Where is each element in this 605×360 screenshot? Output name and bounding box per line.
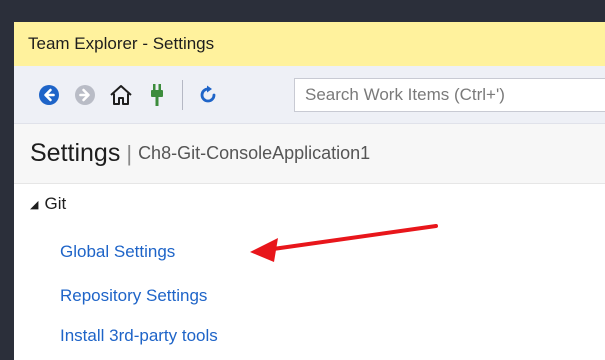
collapse-triangle-icon: ◢ [30, 198, 39, 211]
back-arrow-icon [39, 84, 59, 105]
panel-titlebar: Team Explorer - Settings [14, 22, 605, 66]
toolbar-separator [182, 79, 183, 110]
global-settings-link[interactable]: Global Settings [60, 242, 175, 262]
home-button[interactable] [108, 82, 134, 108]
ide-left-edge [0, 0, 14, 360]
connect-button[interactable] [144, 82, 170, 108]
home-icon [110, 84, 132, 105]
team-explorer-window: Team Explorer - Settings Search Work Ite… [0, 0, 605, 360]
red-arrow-annotation [250, 224, 438, 262]
refresh-icon [200, 85, 216, 102]
search-work-items-input[interactable] [294, 78, 605, 112]
forward-arrow-icon [75, 84, 95, 105]
git-section-header[interactable]: ◢ Git [30, 194, 66, 214]
toolbar [14, 66, 605, 124]
back-button[interactable] [36, 82, 62, 108]
panel-title: Team Explorer - Settings [28, 34, 215, 53]
repository-settings-link[interactable]: Repository Settings [60, 286, 207, 306]
refresh-button[interactable] [195, 82, 221, 108]
install-third-party-tools-link[interactable]: Install 3rd-party tools [60, 326, 218, 346]
git-section-label: Git [44, 194, 67, 213]
repository-context: Ch8-Git-ConsoleApplication1 [138, 143, 371, 163]
title-separator: | [126, 140, 133, 166]
page-title: Settings [30, 139, 121, 167]
ide-background [0, 0, 605, 22]
plug-icon [151, 83, 163, 106]
forward-button[interactable] [72, 82, 98, 108]
page-header: Settings | Ch8-Git-ConsoleApplication1 [14, 124, 605, 184]
